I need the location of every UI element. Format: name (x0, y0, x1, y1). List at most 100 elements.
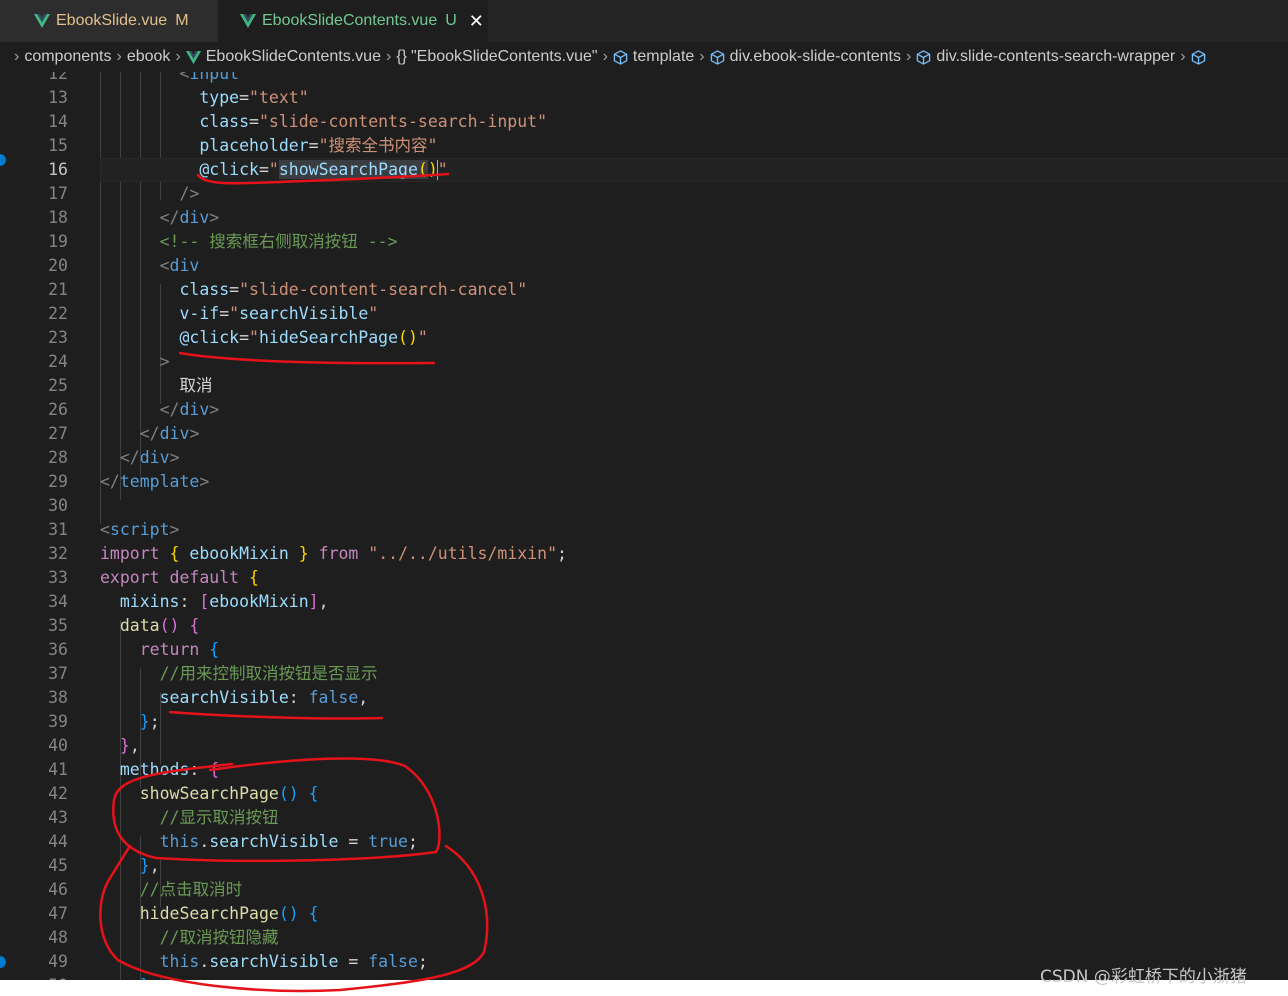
modified-badge: M (175, 12, 189, 29)
code-token: > (199, 472, 210, 491)
code-line[interactable]: 33 export default { (0, 566, 1288, 590)
line-code: hideSearchPage() { (100, 902, 319, 926)
line-number: 16 (48, 160, 68, 179)
code-token: hideSearchPage (139, 904, 279, 923)
breadcrumb-item-ebook[interactable]: ebook (127, 48, 171, 66)
line-number: 42 (48, 784, 68, 803)
code-line[interactable]: 24 > (0, 350, 1288, 374)
line-number: 37 (48, 664, 68, 683)
code-line[interactable]: 38 searchVisible: false, (0, 686, 1288, 710)
breadcrumb-item-components[interactable]: components (24, 48, 111, 66)
code-token: " (437, 160, 448, 179)
code-line[interactable]: 39 }; (0, 710, 1288, 734)
code-token: { (169, 544, 180, 563)
line-number: 33 (48, 568, 68, 587)
code-token: 取消 (179, 376, 213, 395)
code-token: = (308, 136, 319, 155)
code-line[interactable]: 36 return { (0, 638, 1288, 662)
code-token: type (199, 88, 240, 107)
code-token: methods (119, 760, 190, 779)
code-line[interactable]: 26 </div> (0, 398, 1288, 422)
line-number: 23 (48, 328, 68, 347)
line-number: 40 (48, 736, 68, 755)
code-token: //显示取消按钮 (159, 808, 279, 827)
code-token: "text" (249, 88, 309, 107)
line-code: placeholder="搜索全书内容" (100, 134, 437, 158)
code-line[interactable]: 41 methods: { (0, 758, 1288, 782)
code-token: " (249, 328, 259, 347)
chevron-right-icon: › (175, 48, 181, 65)
code-token: = (258, 160, 269, 179)
line-number: 13 (48, 88, 68, 107)
code-line[interactable]: 19 <!-- 搜索框右侧取消按钮 --> (0, 230, 1288, 254)
code-token: <!-- 搜索框右侧取消按钮 --> (159, 232, 398, 251)
code-line[interactable]: 13 type="text" (0, 86, 1288, 110)
code-token: v-if (179, 304, 220, 323)
code-line[interactable]: 14 class="slide-contents-search-input" (0, 110, 1288, 134)
code-line[interactable]: 23 @click="hideSearchPage()" (0, 326, 1288, 350)
code-line[interactable]: 18 </div> (0, 206, 1288, 230)
line-code: <input (100, 72, 239, 86)
breadcrumb-item-file[interactable]: EbookSlideContents.vue (185, 48, 381, 66)
code-line[interactable]: 34 mixins: [ebookMixin], (0, 590, 1288, 614)
code-line[interactable]: 20 <div (0, 254, 1288, 278)
line-code: <!-- 搜索框右侧取消按钮 --> (100, 230, 398, 254)
code-line[interactable]: 31 <script> (0, 518, 1288, 542)
code-line[interactable]: 44 this.searchVisible = true; (0, 830, 1288, 854)
code-line[interactable]: 47 hideSearchPage() { (0, 902, 1288, 926)
code-token: } (139, 856, 150, 875)
code-line[interactable]: 40 }, (0, 734, 1288, 758)
code-token: ( (417, 160, 428, 179)
code-line[interactable]: 37 //用来控制取消按钮是否显示 (0, 662, 1288, 686)
code-line[interactable]: 27 </div> (0, 422, 1288, 446)
watermark: CSDN @彩虹桥下的小浙猪 (1040, 967, 1247, 987)
code-token: ; (417, 952, 428, 971)
line-number: 41 (48, 760, 68, 779)
line-code: type="text" (100, 86, 309, 110)
code-line[interactable]: 42 showSearchPage() { (0, 782, 1288, 806)
code-line[interactable]: 22 v-if="searchVisible" (0, 302, 1288, 326)
code-line[interactable]: 32 import { ebookMixin } from "../../util… (0, 542, 1288, 566)
code-line[interactable]: 28 </div> (0, 446, 1288, 470)
tab-ebook-slide[interactable]: EbookSlide.vue M (0, 0, 218, 42)
code-token: "../../utils/mixin" (368, 544, 558, 563)
code-line[interactable]: 46 //点击取消时 (0, 878, 1288, 902)
code-token: showSearchPage (139, 784, 279, 803)
code-line[interactable]: 35 data() { (0, 614, 1288, 638)
breadcrumb-item-module[interactable]: {} "EbookSlideContents.vue" (396, 48, 597, 66)
line-number: 36 (48, 640, 68, 659)
code-editor[interactable]: 12 <input 13 type="text" 14 class="slide-c… (0, 72, 1288, 980)
code-token: from (318, 544, 359, 563)
code-line[interactable]: 30 (0, 494, 1288, 518)
code-line[interactable]: 29 </template> (0, 470, 1288, 494)
breadcrumb-item-div-contents[interactable]: div.ebook-slide-contents (710, 48, 901, 66)
code-line[interactable]: 15 placeholder="搜索全书内容" (0, 134, 1288, 158)
code-token: () (398, 328, 418, 347)
chevron-right-icon: › (14, 48, 20, 65)
chevron-right-icon: › (699, 48, 705, 65)
breadcrumb-item-template[interactable]: template (613, 48, 694, 66)
code-line[interactable]: 25 取消 (0, 374, 1288, 398)
breadcrumb-item-div-search[interactable]: div.slide-contents-search-wrapper (916, 48, 1175, 66)
code-token: " (268, 160, 279, 179)
code-token: , (149, 856, 160, 875)
code-line[interactable]: 43 //显示取消按钮 (0, 806, 1288, 830)
code-line[interactable]: 16 @click="showSearchPage()" (0, 158, 1288, 182)
code-token: : (288, 688, 309, 707)
code-line[interactable]: 21 class="slide-content-search-cancel" (0, 278, 1288, 302)
close-icon[interactable]: ✕ (469, 11, 484, 32)
code-line[interactable]: 17 /> (0, 182, 1288, 206)
cube-icon (917, 49, 931, 65)
code-line[interactable]: 12 <input (0, 72, 1288, 86)
code-token: </ (119, 448, 140, 467)
line-number: 24 (48, 352, 68, 371)
code-line[interactable]: 48 //取消按钮隐藏 (0, 926, 1288, 950)
tab-ebook-slide-contents[interactable]: EbookSlideContents.vue U ✕ (218, 0, 488, 42)
code-line[interactable]: 45 }, (0, 854, 1288, 878)
